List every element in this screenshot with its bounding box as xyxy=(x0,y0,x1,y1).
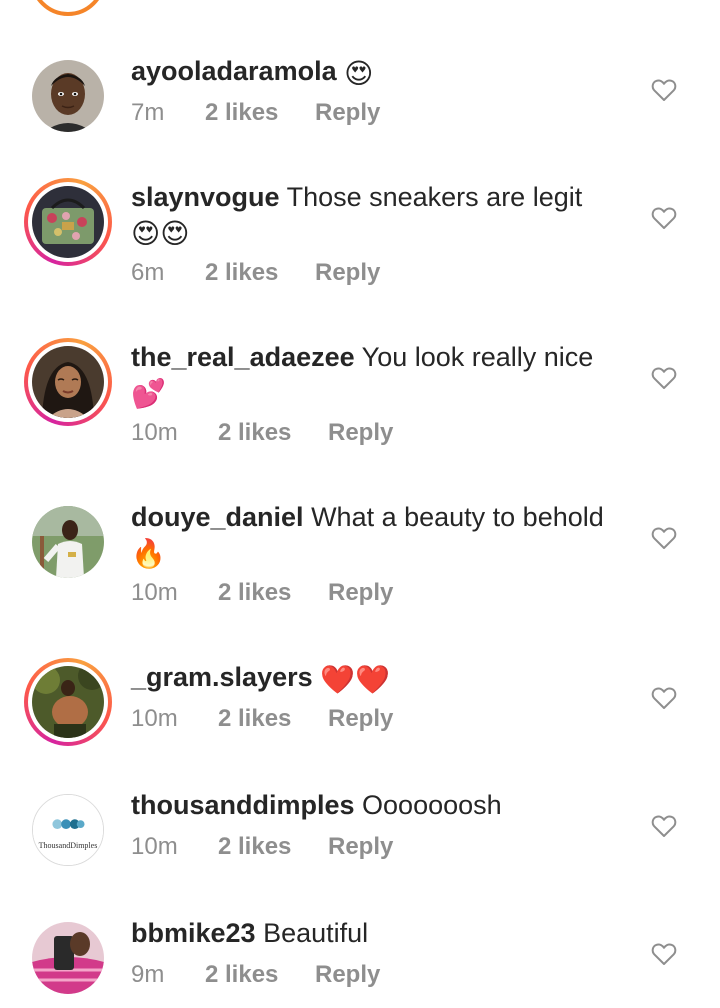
heart-eyes-emoji-icon: 😍😍 xyxy=(131,218,190,249)
partial-avatar-ring xyxy=(30,0,106,16)
comment-meta: 6m 2 likes Reply xyxy=(131,258,631,288)
comment-likes[interactable]: 2 likes xyxy=(218,418,328,448)
reply-button[interactable]: Reply xyxy=(315,258,380,288)
comment-item: douye_daniel What a beauty to behold 🔥 1… xyxy=(0,498,720,638)
like-heart-icon[interactable] xyxy=(651,366,677,390)
comment-text: the_real_adaezee You look really nice 💕 xyxy=(131,340,631,408)
comment-username[interactable]: thousanddimples xyxy=(131,790,355,820)
comment-username[interactable]: _gram.slayers xyxy=(131,662,313,692)
comment-likes[interactable]: 2 likes xyxy=(205,98,315,128)
comment-text: _gram.slayers ❤️❤️ xyxy=(131,660,631,694)
comment-username[interactable]: ayooladaramola xyxy=(131,56,337,86)
heart-eyes-emoji-icon: 😍 xyxy=(344,58,374,89)
like-heart-icon[interactable] xyxy=(651,78,677,102)
avatar[interactable] xyxy=(24,914,112,1002)
comment-time: 9m xyxy=(131,961,165,988)
comment-time: 10m xyxy=(131,419,178,446)
comment-time: 10m xyxy=(131,579,178,606)
comment-item: bbmike23 Beautiful 9m 2 likes Reply xyxy=(0,914,720,1008)
avatar[interactable]: ThousandDimples xyxy=(24,786,112,874)
avatar-photo-icon xyxy=(32,60,104,132)
two-hearts-emoji-icon: 💕 xyxy=(131,378,166,409)
comment-item: ayooladaramola 😍 7m 2 likes Reply xyxy=(0,52,720,162)
comment-item: the_real_adaezee You look really nice 💕 … xyxy=(0,338,720,478)
comment-meta: 10m 2 likes Reply xyxy=(131,578,631,608)
comment-likes[interactable]: 2 likes xyxy=(218,704,328,734)
comment-time: 7m xyxy=(131,99,165,126)
comment-meta: 10m 2 likes Reply xyxy=(131,418,631,448)
reply-button[interactable]: Reply xyxy=(328,578,393,608)
comment-likes[interactable]: 2 likes xyxy=(205,960,315,990)
comment-body: You look really nice xyxy=(361,342,594,372)
comment-username[interactable]: bbmike23 xyxy=(131,918,256,948)
avatar-photo-icon xyxy=(32,186,104,258)
avatar-photo-icon xyxy=(32,922,104,994)
avatar-with-story-ring[interactable] xyxy=(24,178,112,266)
comment-item: ThousandDimples thousanddimples Ooooooos… xyxy=(0,786,720,896)
avatar[interactable] xyxy=(24,52,112,140)
comment-time: 6m xyxy=(131,259,165,286)
like-heart-icon[interactable] xyxy=(651,526,677,550)
comment-text: thousanddimples Ooooooosh xyxy=(131,788,631,822)
comment-text: ayooladaramola 😍 xyxy=(131,54,631,88)
comment-likes[interactable]: 2 likes xyxy=(218,578,328,608)
comment-username[interactable]: douye_daniel xyxy=(131,502,304,532)
comment-time: 10m xyxy=(131,833,178,860)
comment-likes[interactable]: 2 likes xyxy=(218,832,328,862)
avatar-photo-icon xyxy=(32,506,104,578)
avatar-with-story-ring[interactable] xyxy=(24,338,112,426)
reply-button[interactable]: Reply xyxy=(328,418,393,448)
comment-meta: 10m 2 likes Reply xyxy=(131,704,631,734)
red-heart-emoji-icon: ❤️❤️ xyxy=(320,664,390,695)
comment-body: Beautiful xyxy=(263,918,369,948)
comment-body: Those sneakers are legit xyxy=(286,182,583,212)
reply-button[interactable]: Reply xyxy=(315,960,380,990)
comment-text: bbmike23 Beautiful xyxy=(131,916,631,950)
comment-meta: 9m 2 likes Reply xyxy=(131,960,631,990)
comment-text: slaynvogue Those sneakers are legit 😍😍 xyxy=(131,180,631,248)
avatar-logo-text: ThousandDimples xyxy=(38,841,98,850)
like-heart-icon[interactable] xyxy=(651,686,677,710)
reply-button[interactable]: Reply xyxy=(328,704,393,734)
comment-item: _gram.slayers ❤️❤️ 10m 2 likes Reply xyxy=(0,658,720,768)
avatar-photo-icon xyxy=(32,346,104,418)
avatar[interactable] xyxy=(24,498,112,586)
avatar-with-story-ring[interactable] xyxy=(24,658,112,746)
like-heart-icon[interactable] xyxy=(651,814,677,838)
like-heart-icon[interactable] xyxy=(651,206,677,230)
fire-emoji-icon: 🔥 xyxy=(131,538,166,569)
comment-time: 10m xyxy=(131,705,178,732)
reply-button[interactable]: Reply xyxy=(315,98,380,128)
comment-meta: 7m 2 likes Reply xyxy=(131,98,631,128)
comment-username[interactable]: the_real_adaezee xyxy=(131,342,355,372)
comment-likes[interactable]: 2 likes xyxy=(205,258,315,288)
thousanddimples-logo-icon xyxy=(33,795,103,865)
comment-body: What a beauty to behold xyxy=(311,502,604,532)
like-heart-icon[interactable] xyxy=(651,942,677,966)
comment-username[interactable]: slaynvogue xyxy=(131,182,280,212)
comment-text: douye_daniel What a beauty to behold 🔥 xyxy=(131,500,631,568)
comment-body: Ooooooosh xyxy=(362,790,502,820)
reply-button[interactable]: Reply xyxy=(328,832,393,862)
avatar-photo-icon xyxy=(32,666,104,738)
comment-item: slaynvogue Those sneakers are legit 😍😍 6… xyxy=(0,178,720,318)
comment-list: ayooladaramola 😍 7m 2 likes Reply slaynv… xyxy=(0,0,720,1008)
comment-meta: 10m 2 likes Reply xyxy=(131,832,631,862)
